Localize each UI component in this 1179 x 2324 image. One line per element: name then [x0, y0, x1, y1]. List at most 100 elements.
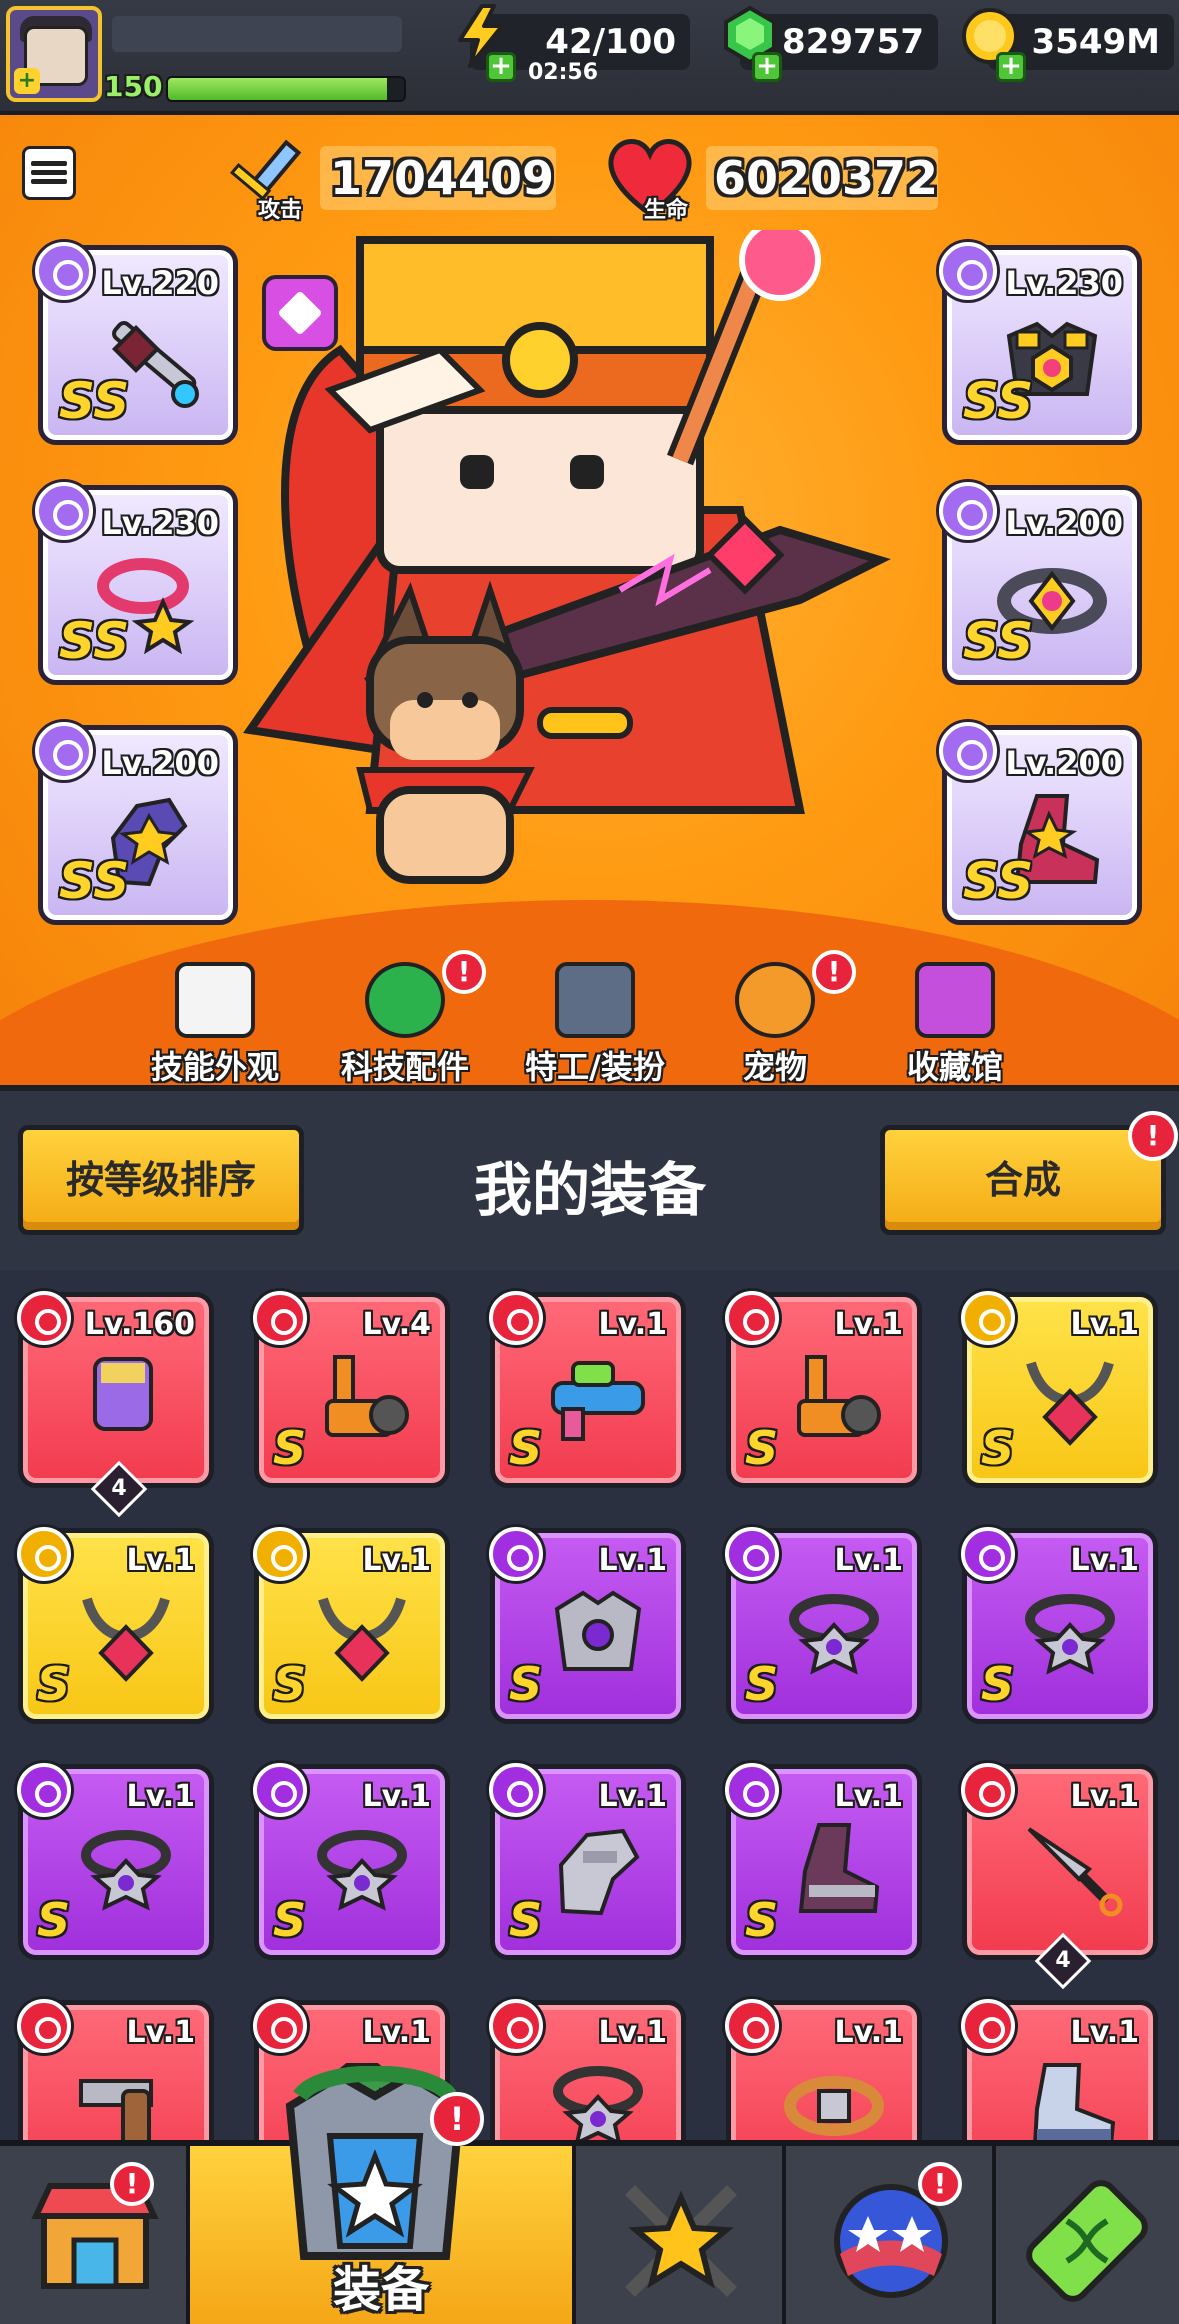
item-level: Lv.1 [126, 1543, 196, 1578]
nav-tab-lab[interactable] [996, 2146, 1179, 2324]
item-rank: S [509, 1657, 543, 1711]
item-level: Lv.1 [126, 1779, 196, 1814]
agent-outfit-label: 特工/装扮 [525, 1048, 665, 1085]
equipped-rank: SS [963, 612, 1034, 670]
inventory-item[interactable]: Lv.1 S [489, 1291, 686, 1488]
hero-character[interactable] [240, 230, 940, 910]
gem-value: 829757 [782, 22, 924, 62]
shiba-pet-icon [735, 962, 815, 1038]
merge-button[interactable]: 合成 [880, 1125, 1166, 1235]
item-level: Lv.1 [362, 2015, 432, 2050]
inventory-item[interactable]: Lv.1 S [253, 1527, 450, 1724]
skill-skins-button[interactable]: 技能外观 [130, 950, 300, 1085]
item-type-icon [17, 1999, 71, 2053]
player-level: 150 [104, 70, 163, 103]
inventory-item[interactable]: Lv.1 [961, 1999, 1158, 2140]
item-rank: S [509, 1421, 543, 1475]
inventory-item[interactable]: Lv.1 [489, 1999, 686, 2140]
nav-tab-battle[interactable] [576, 2146, 786, 2324]
item-type-icon [253, 1999, 307, 2053]
item-rank: S [273, 1893, 307, 1947]
hp-label: 生命 [644, 198, 689, 223]
galaxy-alert-icon: ! [918, 2162, 962, 2206]
water-gun-icon [551, 1361, 645, 1441]
equipped-belt-slot[interactable]: Lv.200 SS [939, 482, 1142, 685]
merge-alert-icon: ! [1128, 1111, 1178, 1161]
item-rank: S [981, 1657, 1015, 1711]
equipped-level: Lv.200 [101, 744, 219, 782]
inventory-item[interactable]: Lv.1 S [961, 1291, 1158, 1488]
xp-bar [166, 76, 406, 102]
hex-gear-icon [365, 962, 445, 1038]
sort-by-level-button[interactable]: 按等级排序 [18, 1125, 304, 1235]
item-type-icon [489, 1527, 543, 1581]
agent-outfit-button[interactable]: 特工/装扮 [510, 950, 680, 1085]
player-avatar[interactable]: + [6, 6, 102, 102]
spiked-collar-icon [553, 2066, 643, 2140]
item-rank: S [509, 1893, 543, 1947]
hero-panel: + 150 42/100 + 02:56 829757 + 3549M + 17… [0, 0, 1179, 1085]
xp-bar-fill [168, 78, 388, 100]
equipped-gloves-slot[interactable]: Lv.200 SS [35, 722, 238, 925]
inventory-item[interactable]: Lv.1 S [961, 1527, 1158, 1724]
gem-add-button[interactable]: + [752, 52, 782, 82]
star-swords-icon [625, 2185, 737, 2297]
item-type-icon [253, 1763, 307, 1817]
belt-icon [784, 2076, 884, 2136]
spiked-collar-icon [317, 1830, 407, 1911]
pets-button[interactable]: ! 宠物 [690, 950, 860, 1085]
equipped-armor-slot[interactable]: Lv.230 SS [939, 242, 1142, 445]
revolver-icon [79, 2079, 153, 2140]
collection-button[interactable]: 收藏馆 [870, 950, 1040, 1085]
item-count-badge: 4 [90, 1460, 148, 1518]
inventory-item[interactable]: Lv.1 S [725, 1527, 922, 1724]
energy-value: 42/100 [545, 22, 676, 62]
item-rank: S [745, 1893, 779, 1947]
item-rank: S [273, 1657, 307, 1711]
equipped-weapon-slot[interactable]: Lv.220 SS [35, 242, 238, 445]
inventory-item[interactable]: Lv.1 S [725, 1291, 922, 1488]
item-level: Lv.1 [362, 1543, 432, 1578]
equipped-boots-slot[interactable]: Lv.200 SS [939, 722, 1142, 925]
nav-tab-galaxy[interactable]: ! [786, 2146, 996, 2324]
inventory-item[interactable]: Lv.1 S [725, 1763, 922, 1960]
tech-parts-alert-icon: ! [442, 950, 486, 994]
chain-necklace-icon [318, 1597, 406, 1682]
tech-parts-button[interactable]: ! 科技配件 [320, 950, 490, 1085]
item-rank: S [745, 1421, 779, 1475]
collection-chest-icon [915, 962, 995, 1038]
menu-button[interactable] [22, 146, 76, 200]
inventory-item[interactable]: Lv.1 4 [961, 1763, 1158, 1990]
item-level: Lv.1 [1070, 1307, 1140, 1342]
item-type-icon [17, 1527, 71, 1581]
energy-add-button[interactable]: + [486, 52, 516, 82]
inventory-item[interactable]: Lv.1 S [489, 1527, 686, 1724]
inventory-item[interactable]: Lv.1 S [17, 1527, 214, 1724]
sub-menu: 技能外观 ! 科技配件 特工/装扮 ! 宠物 收藏馆 [130, 950, 1050, 1085]
inventory-item[interactable]: Lv.1 S [253, 1763, 450, 1960]
spiked-armor-icon [554, 1590, 642, 1671]
item-type-icon [961, 1291, 1015, 1345]
nav-tab-equipment[interactable]: ! 装备 [190, 2066, 576, 2324]
inventory-item[interactable]: Lv.1 S [489, 1763, 686, 1960]
energy-timer: 02:56 [528, 60, 599, 85]
inventory-item[interactable]: Lv.4 S [253, 1291, 450, 1488]
gauntlet-icon [93, 1357, 153, 1431]
inventory-item[interactable]: Lv.1 [725, 1999, 922, 2140]
wheel-cannon-icon [325, 1355, 409, 1437]
inventory-item[interactable]: Lv.1 S [17, 1763, 214, 1960]
item-type-icon [725, 1527, 779, 1581]
gloves-type-icon [35, 722, 93, 780]
item-level: Lv.1 [1070, 2015, 1140, 2050]
item-level: Lv.1 [834, 2015, 904, 2050]
item-level: Lv.1 [126, 2015, 196, 2050]
coin-add-button[interactable]: + [996, 52, 1026, 82]
armored-boot-icon [798, 1823, 880, 1913]
inventory-item[interactable]: Lv.1 [17, 1999, 214, 2140]
necklace-type-icon [35, 482, 93, 540]
equipped-necklace-slot[interactable]: Lv.230 SS [35, 482, 238, 685]
item-type-icon [725, 1763, 779, 1817]
inventory-item[interactable]: Lv.160 4 [17, 1291, 214, 1518]
nav-tab-equipment-label: 装备 [332, 2262, 429, 2318]
nav-tab-shop[interactable]: ! [0, 2146, 190, 2324]
